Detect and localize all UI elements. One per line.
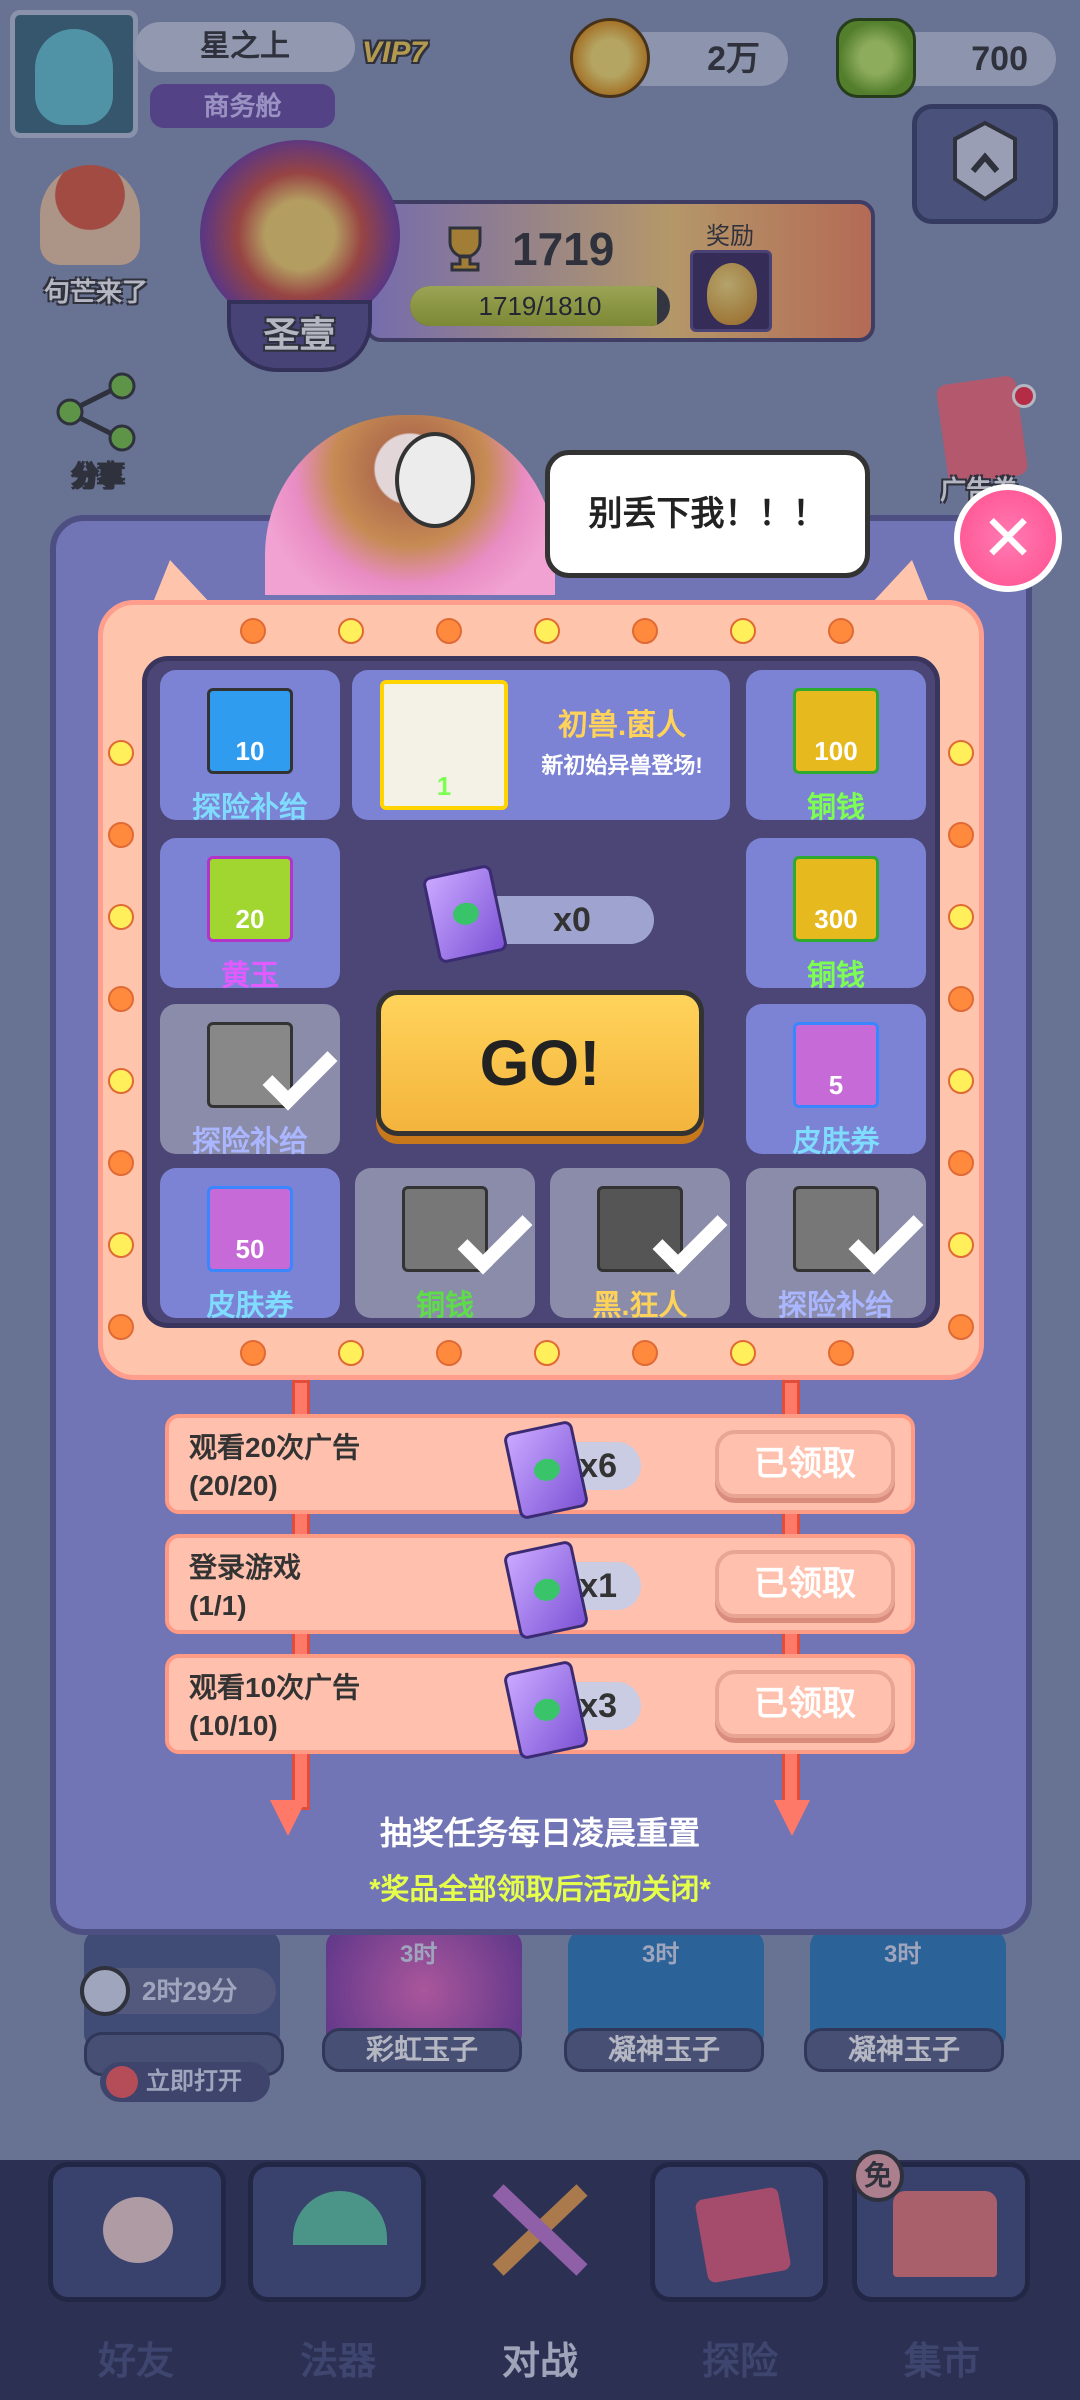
task-title: 观看10次广告: [189, 1672, 361, 1703]
prize-label: 皮肤券: [792, 1126, 880, 1158]
marquee-light: [108, 904, 134, 930]
marquee-light: [240, 1340, 266, 1366]
marquee-light: [828, 1340, 854, 1366]
marquee-light: [948, 986, 974, 1012]
prize-label: 黄玉: [220, 960, 279, 992]
claimed-button[interactable]: 已领取: [715, 1670, 895, 1738]
prize-cell-7: 50 皮肤券: [160, 1168, 340, 1322]
prize-cell-8: 铜钱: [355, 1168, 535, 1322]
task-title: 登录游戏: [189, 1552, 302, 1583]
featured-name: 初兽.菌人: [557, 709, 687, 742]
prize-count: 100: [814, 736, 858, 766]
prize-count: 50: [235, 1234, 265, 1264]
prize-cell-3: 20 黄玉: [160, 838, 340, 992]
coin-icon: 300: [793, 856, 879, 942]
marquee-light: [730, 1340, 756, 1366]
marquee-light: [948, 1150, 974, 1176]
marquee-light: [948, 1232, 974, 1258]
marquee-light: [108, 1068, 134, 1094]
featured-desc: 新初始异兽登场!: [541, 753, 703, 778]
check-icon: [848, 1199, 924, 1275]
task-progress: (20/20): [189, 1470, 278, 1501]
featured-count: 1: [436, 771, 452, 801]
marquee-light: [240, 618, 266, 644]
check-icon: [652, 1199, 728, 1275]
skin-ticket-icon: 5: [793, 1022, 879, 1108]
paw-ticket-icon: [502, 1419, 590, 1521]
marquee-light: [730, 618, 756, 644]
marquee-light: [632, 1340, 658, 1366]
check-icon: [262, 1035, 338, 1111]
prize-cell-10: 探险补给: [746, 1168, 926, 1322]
prize-cell-9: 黑.狂人: [550, 1168, 730, 1322]
marquee-light: [108, 1232, 134, 1258]
marquee-light: [108, 986, 134, 1012]
skin-ticket-icon: 50: [207, 1186, 293, 1272]
task-row: 登录游戏 (1/1) x1 已领取: [165, 1534, 915, 1641]
prize-count: 300: [814, 904, 858, 934]
marquee-light: [948, 740, 974, 766]
task-title: 观看20次广告: [189, 1432, 361, 1463]
prize-cell-4: 300 铜钱: [746, 838, 926, 992]
paw-ticket-icon: [502, 1659, 590, 1761]
supply-icon: [793, 1186, 924, 1275]
close-warning: *奖品全部领取后活动关闭*: [369, 1874, 711, 1906]
marquee-light: [338, 618, 364, 644]
prize-cell-2: 100 铜钱: [746, 670, 926, 824]
marquee-light: [948, 1068, 974, 1094]
marquee-light: [948, 822, 974, 848]
supply-icon: [207, 1022, 338, 1111]
prize-label: 探险补给: [777, 1290, 894, 1322]
marquee-light: [948, 1314, 974, 1340]
reset-note: 抽奖任务每日凌晨重置: [379, 1815, 700, 1851]
claimed-button[interactable]: 已领取: [715, 1430, 895, 1498]
prize-label: 探险补给: [191, 792, 308, 824]
task-row: 观看20次广告 (20/20) x6 已领取: [165, 1414, 915, 1521]
marquee-light: [108, 1150, 134, 1176]
prize-count: 20: [235, 904, 265, 934]
jade-icon: 20: [207, 856, 293, 942]
task-progress: (10/10): [189, 1710, 278, 1741]
go-button[interactable]: GO!: [376, 990, 704, 1136]
task-progress: (1/1): [189, 1590, 247, 1621]
mushroom-beast-icon: 1: [380, 680, 508, 810]
check-icon: [457, 1199, 533, 1275]
supply-icon: 10: [207, 688, 293, 774]
marquee-light: [534, 1340, 560, 1366]
marquee-light: [948, 904, 974, 930]
mascot-mask: [395, 432, 475, 528]
prize-count: 5: [828, 1070, 844, 1100]
task-row: 观看10次广告 (10/10) x3 已领取: [165, 1654, 915, 1761]
speech-bubble: 别丢下我！！！: [545, 450, 870, 578]
prize-cell-6: 5 皮肤券: [746, 1004, 926, 1158]
marquee-light: [108, 1314, 134, 1340]
marquee-light: [436, 1340, 462, 1366]
featured-prize-cell: 1 初兽.菌人 新初始异兽登场!: [352, 670, 730, 820]
marquee-light: [632, 618, 658, 644]
marquee-light: [436, 618, 462, 644]
marquee-light: [534, 618, 560, 644]
marquee-light: [108, 822, 134, 848]
prize-label: 皮肤券: [206, 1290, 294, 1322]
paw-ticket-icon: [502, 1539, 590, 1641]
marquee-light: [338, 1340, 364, 1366]
black-beast-icon: [597, 1186, 728, 1275]
marquee-light: [108, 740, 134, 766]
prize-cell-1: 10 探险补给: [160, 670, 340, 824]
close-button[interactable]: ✕: [954, 484, 1062, 592]
prize-label: 铜钱: [806, 792, 865, 824]
coin-icon: 100: [793, 688, 879, 774]
prize-label: 铜钱: [415, 1290, 474, 1322]
prize-label: 黑.狂人: [592, 1290, 688, 1322]
coin-icon: [402, 1186, 533, 1275]
marquee-light: [828, 618, 854, 644]
claimed-button[interactable]: 已领取: [715, 1550, 895, 1618]
close-icon: ✕: [981, 502, 1035, 574]
prize-cell-5: 探险补给: [160, 1004, 340, 1158]
prize-label: 探险补给: [191, 1126, 308, 1158]
prize-label: 铜钱: [806, 960, 865, 992]
prize-count: 10: [235, 736, 265, 766]
